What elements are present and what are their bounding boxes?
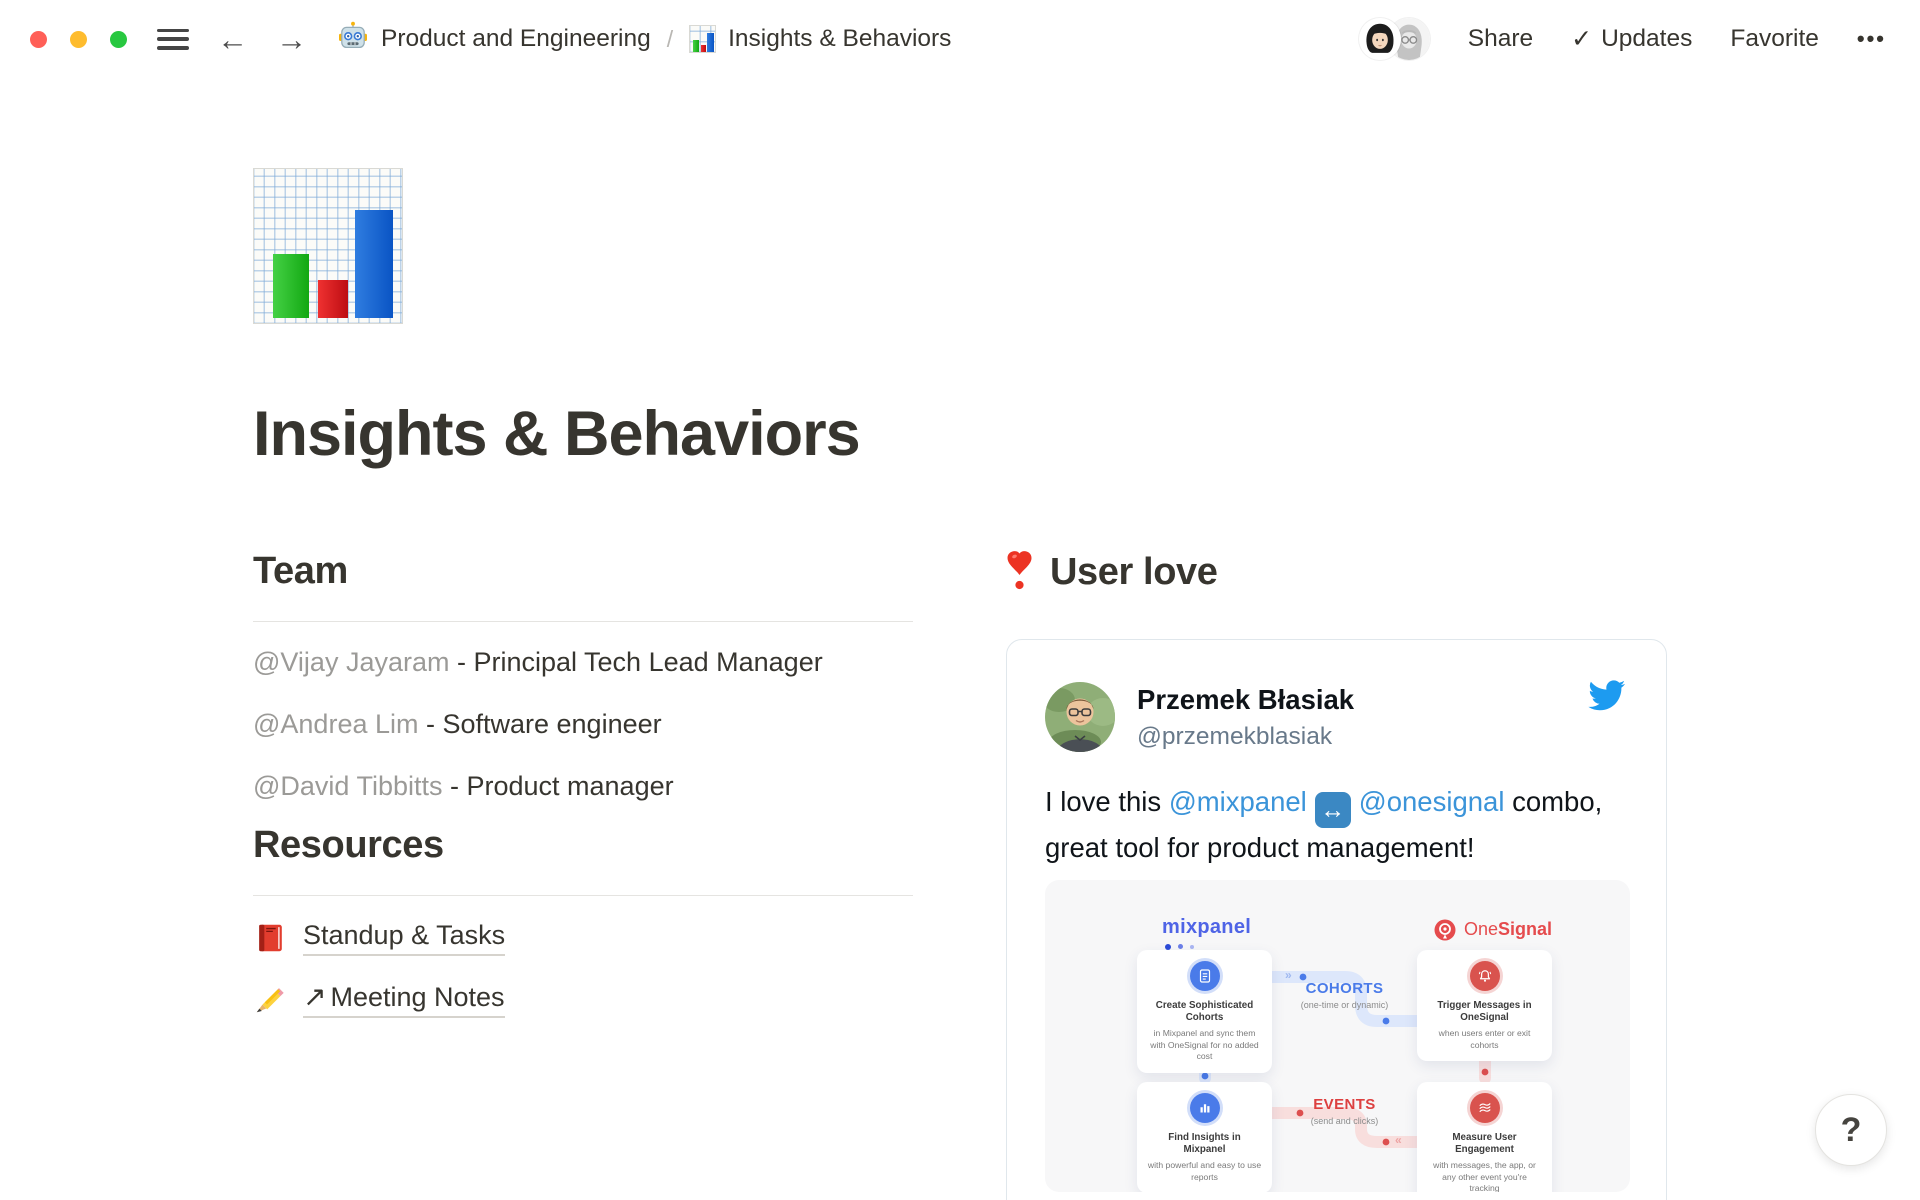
diagram-card-find-insights: Find Insights in Mixpanel with powerful …: [1137, 1082, 1272, 1192]
topbar-actions: Share ✓ Updates Favorite •••: [1359, 18, 1886, 60]
person-mention[interactable]: @David Tibbitts: [253, 771, 442, 801]
updates-button[interactable]: ✓ Updates: [1571, 24, 1692, 54]
bar-chart-icon: [1190, 1093, 1220, 1123]
team-member-row: @Vijay Jayaram - Principal Tech Lead Man…: [253, 638, 913, 686]
left-column: Team @Vijay Jayaram - Principal Tech Lea…: [253, 550, 913, 1200]
page-link-standup-tasks[interactable]: Standup & Tasks: [253, 920, 913, 956]
tweet-media-mixpanel-onesignal-diagram[interactable]: mixpanel OneSignal: [1045, 880, 1630, 1192]
page-title: Insights & Behaviors: [253, 398, 1667, 470]
tweet-author-handle: @przemekblasiak: [1137, 723, 1354, 751]
cohorts-label-group: COHORTS (one-time or dynamic): [1277, 980, 1412, 1010]
more-options-button[interactable]: •••: [1857, 26, 1886, 52]
member-role: - Software engineer: [418, 709, 661, 739]
chevron-left-icon: «: [1395, 1133, 1402, 1147]
team-list: @Vijay Jayaram - Principal Tech Lead Man…: [253, 638, 913, 810]
diagram-card-create-cohorts: Create Sophisticated Cohorts in Mixpanel…: [1137, 950, 1272, 1073]
divider: [253, 895, 913, 896]
close-window-button[interactable]: [30, 31, 47, 48]
forward-arrow-icon[interactable]: →: [276, 24, 307, 55]
heart-exclamation-emoji-icon: [1006, 550, 1033, 595]
collaborator-avatars[interactable]: [1359, 18, 1430, 60]
team-heading: Team: [253, 550, 913, 593]
updates-label: Updates: [1601, 25, 1692, 53]
document-icon: [1190, 961, 1220, 991]
bell-icon: [1470, 961, 1500, 991]
member-role: - Product manager: [442, 771, 673, 801]
member-role: - Principal Tech Lead Manager: [449, 647, 822, 677]
right-column: User love: [1006, 550, 1667, 1200]
share-button[interactable]: Share: [1468, 25, 1533, 53]
tweet-author-identity: Przemek Błasiak @przemekblasiak: [1137, 682, 1354, 751]
notion-window: ← → Product and Engineering / Insi: [0, 0, 1920, 1200]
tweet-author-avatar[interactable]: [1045, 682, 1115, 752]
chart-lines-icon: [1470, 1093, 1500, 1123]
pencil-emoji-icon: [253, 982, 287, 1016]
diagram-card-trigger-messages: Trigger Messages in OneSignal when users…: [1417, 950, 1552, 1062]
window-controls: [30, 31, 127, 48]
link-label: Standup & Tasks: [303, 920, 505, 956]
bar-chart-emoji-icon: [689, 25, 716, 53]
tweet-header: Przemek Błasiak @przemekblasiak: [1045, 682, 1628, 752]
user-love-heading-row: User love: [1006, 550, 1667, 595]
person-mention[interactable]: @Vijay Jayaram: [253, 647, 449, 677]
breadcrumb-separator: /: [667, 26, 673, 53]
two-column-layout: Team @Vijay Jayaram - Principal Tech Lea…: [253, 550, 1667, 1200]
page-icon-bar-chart-emoji[interactable]: [253, 168, 403, 324]
help-button[interactable]: ?: [1815, 1094, 1887, 1166]
page-link-meeting-notes[interactable]: ↗Meeting Notes: [253, 980, 913, 1018]
favorite-button[interactable]: Favorite: [1730, 25, 1819, 53]
left-right-arrow-emoji: ↔: [1315, 792, 1351, 828]
tweet-author-name[interactable]: Przemek Błasiak: [1137, 684, 1354, 716]
team-member-row: @Andrea Lim - Software engineer: [253, 700, 913, 748]
breadcrumb-workspace[interactable]: Product and Engineering: [381, 25, 651, 53]
external-link-arrow-icon: ↗: [303, 981, 326, 1012]
events-label-group: EVENTS (send and clicks): [1277, 1096, 1412, 1126]
divider: [253, 621, 913, 622]
sidebar-menu-icon[interactable]: [157, 29, 189, 50]
team-member-row: @David Tibbitts - Product manager: [253, 762, 913, 810]
zoom-window-button[interactable]: [110, 31, 127, 48]
resource-links: Standup & Tasks ↗Meeting: [253, 920, 913, 1018]
robot-emoji-icon: [337, 21, 369, 58]
link-label: ↗Meeting Notes: [303, 980, 505, 1018]
twitter-bird-icon[interactable]: [1588, 680, 1626, 712]
onesignal-mention-link[interactable]: @onesignal: [1359, 786, 1505, 817]
tweet-text: I love this @mixpanel↔@onesignal combo, …: [1045, 782, 1628, 868]
red-book-emoji-icon: [253, 921, 287, 955]
breadcrumb-page[interactable]: Insights & Behaviors: [728, 25, 951, 53]
mixpanel-mention-link[interactable]: @mixpanel: [1169, 786, 1307, 817]
tweet-embed-card: Przemek Błasiak @przemekblasiak I love t…: [1006, 639, 1667, 1200]
page-content: Insights & Behaviors Team @Vijay Jayaram…: [253, 168, 1667, 1200]
avatar[interactable]: [1359, 18, 1401, 60]
resources-heading: Resources: [253, 824, 913, 867]
check-icon: ✓: [1571, 24, 1592, 54]
back-arrow-icon[interactable]: ←: [217, 24, 248, 55]
minimize-window-button[interactable]: [70, 31, 87, 48]
diagram-card-measure-engagement: Measure User Engagement with messages, t…: [1417, 1082, 1552, 1192]
topbar: ← → Product and Engineering / Insi: [0, 0, 1920, 78]
person-mention[interactable]: @Andrea Lim: [253, 709, 418, 739]
user-love-heading: User love: [1050, 551, 1218, 594]
